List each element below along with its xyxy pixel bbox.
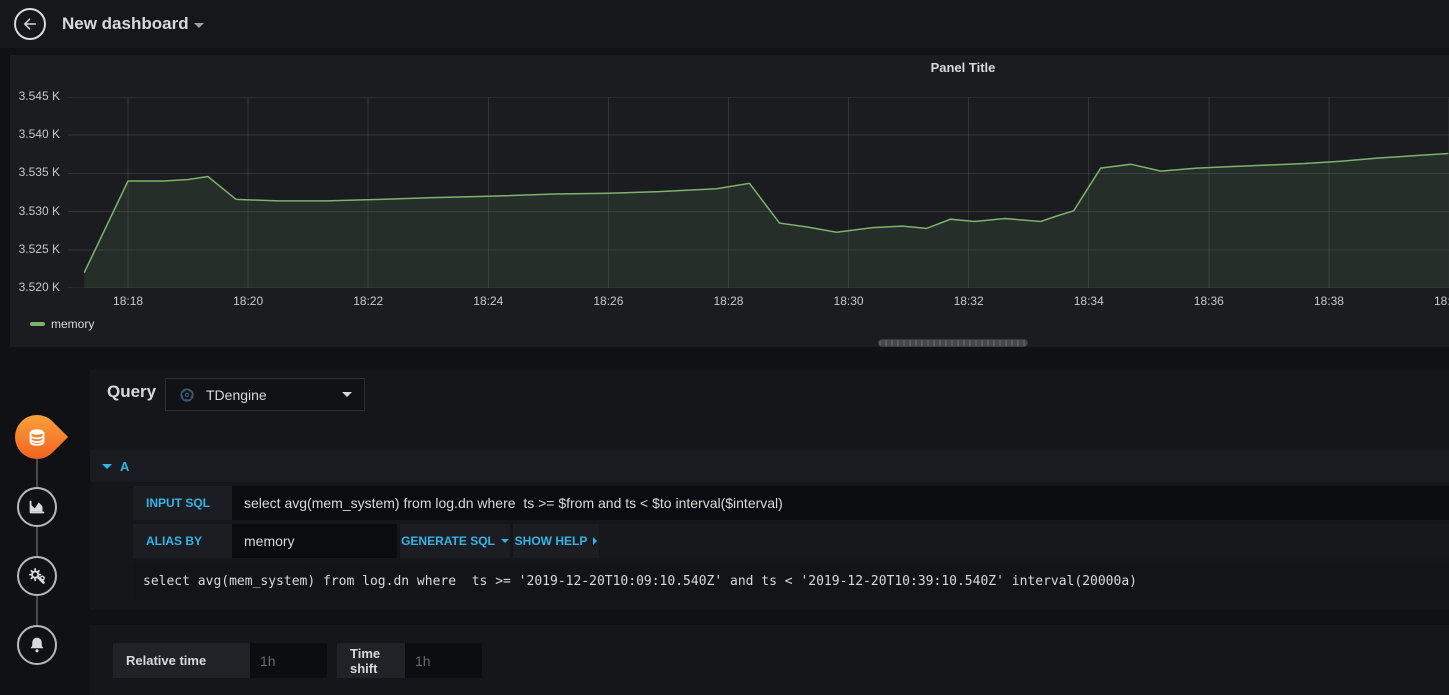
y-axis-tick-label: 3.545 K [18, 89, 60, 103]
gear-wrench-icon [29, 568, 45, 584]
generated-sql-preview: select avg(mem_system) from log.dn where… [133, 562, 1449, 600]
time-options-card: Relative time Time shift [90, 625, 1449, 695]
generate-sql-caret-icon [500, 539, 509, 543]
panel-title[interactable]: Panel Title [883, 60, 1043, 75]
datasource-caret-icon [342, 392, 352, 397]
y-axis-tick-label: 3.540 K [18, 127, 60, 142]
datasource-name: TDengine [206, 386, 267, 403]
y-axis-tick-label: 3.520 K [18, 280, 60, 294]
tab-connector [36, 527, 38, 556]
collapse-caret-icon [102, 463, 112, 469]
x-axis-tick-label: 18:36 [1193, 294, 1224, 308]
arrow-left-icon [24, 18, 36, 30]
timeseries-chart[interactable] [68, 97, 1449, 288]
generate-sql-button[interactable]: GENERATE SQL [400, 524, 510, 558]
top-navbar: New dashboard [0, 0, 1449, 48]
tab-connector [36, 459, 38, 488]
tab-connector [36, 596, 38, 625]
datasource-picker[interactable]: TDengine [165, 378, 365, 411]
show-help-button[interactable]: SHOW HELP [513, 524, 599, 558]
query-ref-id: A [120, 458, 130, 474]
x-axis-tick-label: 18:26 [593, 294, 624, 308]
input-sql-row: INPUT SQL [133, 486, 1449, 520]
alias-by-field[interactable] [232, 524, 397, 558]
x-axis-tick-label: 18:30 [833, 294, 864, 308]
query-section-label: Query [107, 382, 157, 401]
tab-alert[interactable] [17, 625, 57, 665]
x-axis-tick-label: 18:38 [1313, 294, 1344, 308]
x-axis-tick-label: 18:28 [713, 294, 744, 308]
legend[interactable]: memory [30, 317, 94, 331]
alias-by-label: ALIAS BY [133, 524, 232, 558]
x-axis-tick-label: 18:20 [233, 294, 264, 308]
tab-general[interactable] [17, 556, 57, 596]
show-help-label: SHOW HELP [514, 534, 588, 548]
back-button[interactable] [14, 8, 46, 40]
relative-time-group: Relative time [113, 643, 327, 678]
database-icon [29, 429, 45, 446]
generate-sql-label: GENERATE SQL [401, 534, 495, 548]
tdengine-logo-icon [180, 387, 194, 402]
bell-icon [30, 637, 44, 653]
x-axis-tick-label: 18:22 [353, 294, 384, 308]
alias-by-row: ALIAS BY GENERATE SQL SHOW HELP [133, 524, 1449, 558]
y-axis-tick-label: 3.535 K [18, 165, 60, 180]
row-filler [599, 524, 1449, 558]
x-axis-tick-label: 18:34 [1073, 294, 1104, 308]
x-axis-tick-label: 18:18 [113, 294, 144, 308]
relative-time-field[interactable] [250, 643, 327, 678]
query-editor-card: Query TDengine A INPUT SQL ALIAS BY GENE… [90, 370, 1449, 610]
time-shift-field[interactable] [405, 643, 482, 678]
tab-queries[interactable] [5, 405, 69, 469]
legend-series-label[interactable]: memory [51, 317, 94, 331]
x-axis-tick-label: 18:24 [473, 294, 504, 308]
legend-series-swatch[interactable] [30, 322, 45, 326]
chart-icon [29, 500, 45, 514]
tab-visualization[interactable] [17, 487, 57, 527]
graph-panel: Panel Title 3.545 K 3.540 K 3.535 K 3.530 K… [10, 55, 1449, 347]
x-axis-tick-label: 18:40 [1433, 294, 1449, 308]
query-row-header[interactable]: A [90, 450, 1449, 482]
time-shift-label: Time shift [337, 643, 405, 678]
dashboard-title-caret-icon[interactable] [194, 23, 204, 28]
time-shift-group: Time shift [337, 643, 482, 678]
y-axis-tick-label: 3.530 K [18, 203, 60, 218]
show-help-caret-icon [593, 537, 598, 545]
dashboard-title[interactable]: New dashboard [62, 0, 189, 48]
x-axis-tick-label: 18:32 [953, 294, 984, 308]
relative-time-label: Relative time [113, 643, 250, 678]
panel-resize-handle[interactable] [878, 339, 1028, 347]
input-sql-label: INPUT SQL [133, 486, 232, 520]
input-sql-field[interactable] [232, 486, 1449, 520]
y-axis-tick-label: 3.525 K [18, 241, 60, 256]
